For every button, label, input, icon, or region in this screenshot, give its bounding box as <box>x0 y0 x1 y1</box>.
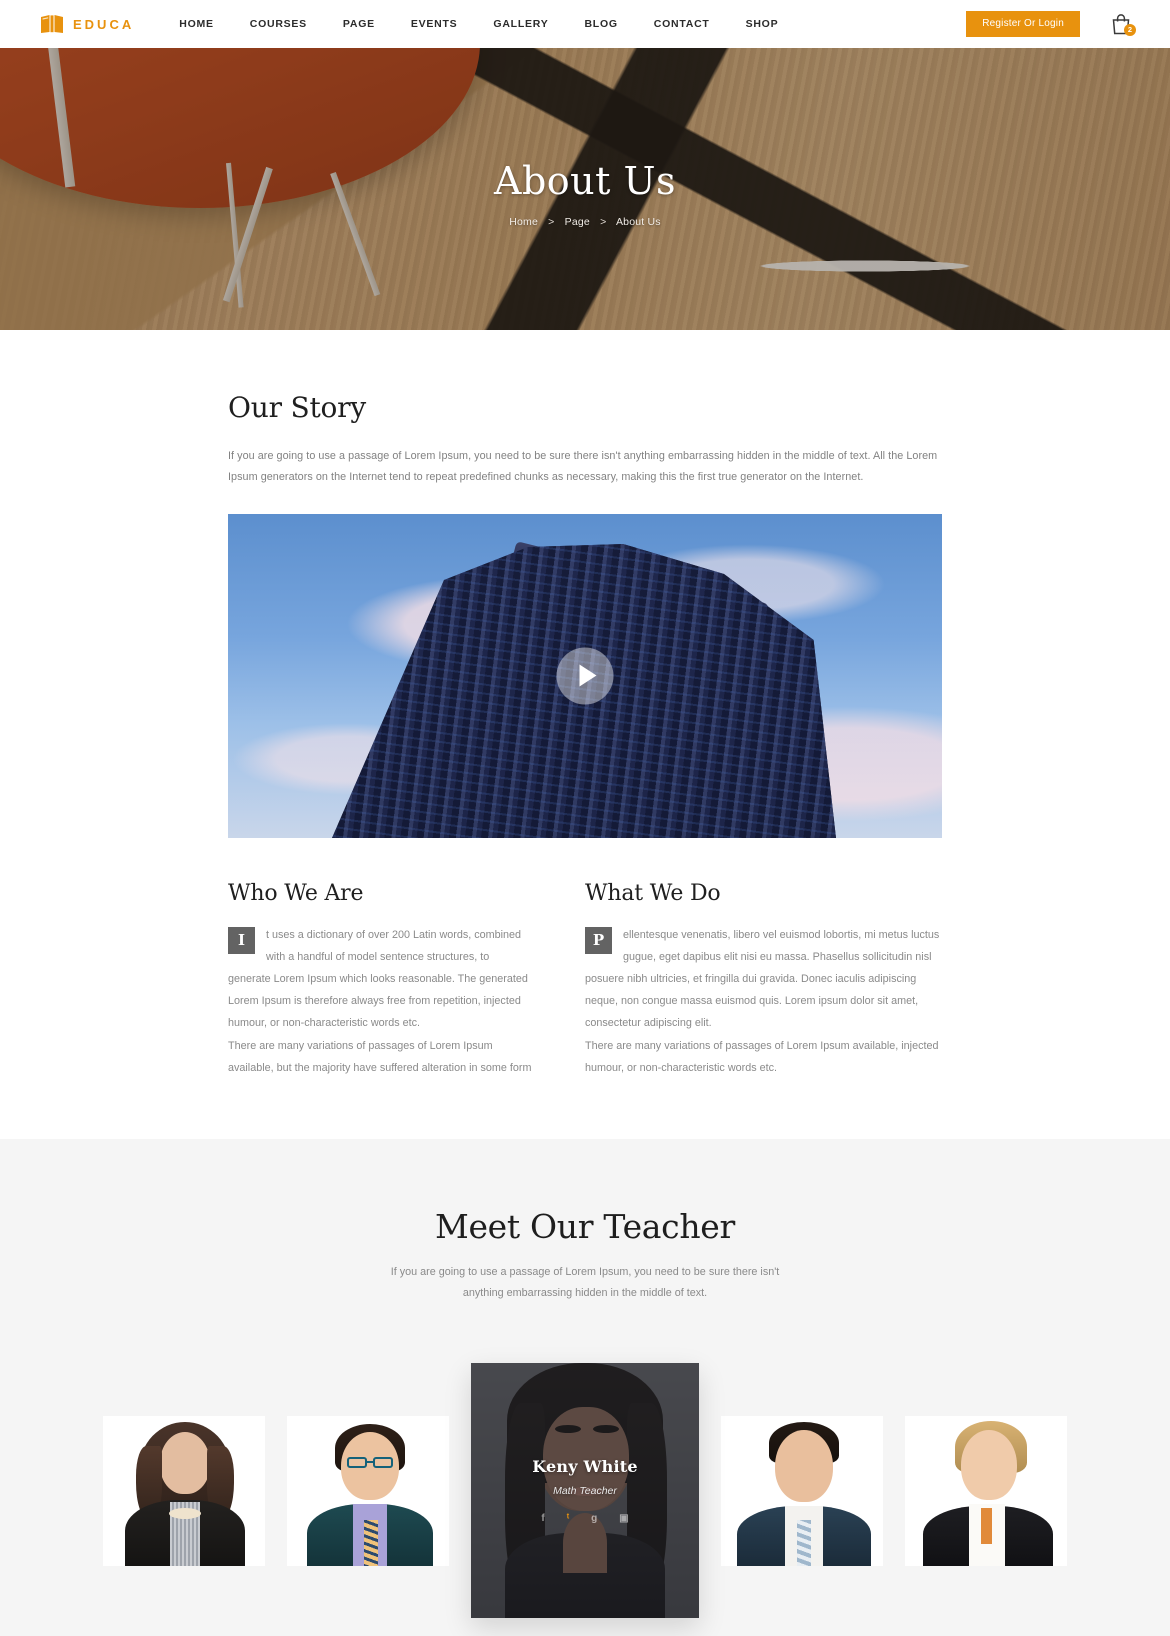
nav-item-contact[interactable]: CONTACT <box>654 12 710 36</box>
nav-item-shop[interactable]: SHOP <box>746 12 779 36</box>
cart-button[interactable]: 2 <box>1110 12 1136 36</box>
what-we-do-body: Pellentesque venenatis, libero vel euism… <box>585 924 942 1079</box>
open-book-icon <box>41 15 63 33</box>
nav-item-courses[interactable]: COURSES <box>250 12 307 36</box>
who-we-are-column: Who We Are It uses a dictionary of over … <box>228 881 585 1079</box>
who-we-are-paragraph-2: There are many variations of passages of… <box>228 1039 532 1074</box>
play-icon <box>579 664 596 687</box>
breadcrumb-separator: > <box>548 216 555 228</box>
google-plus-icon[interactable]: g <box>591 1513 597 1524</box>
instagram-icon[interactable]: ▣ <box>619 1513 628 1524</box>
breadcrumb-home[interactable]: Home <box>509 216 538 228</box>
teacher-photo <box>103 1415 265 1566</box>
about-columns: Who We Are It uses a dictionary of over … <box>228 881 942 1139</box>
meet-our-teacher-section: Meet Our Teacher If you are going to use… <box>0 1138 1170 1636</box>
teachers-subtitle: If you are going to use a passage of Lor… <box>390 1265 780 1300</box>
facebook-icon[interactable]: f <box>541 1513 544 1524</box>
what-we-do-dropcap: P <box>585 926 612 954</box>
teacher-photo <box>721 1415 883 1566</box>
who-we-are-body: It uses a dictionary of over 200 Latin w… <box>228 924 533 1079</box>
teacher-role: Math Teacher <box>553 1485 617 1498</box>
cart-count-badge: 2 <box>1124 24 1136 36</box>
teacher-social-links: f ᵗ g ▣ <box>541 1513 628 1524</box>
video-play-button[interactable] <box>556 647 614 705</box>
breadcrumb-page[interactable]: Page <box>565 216 590 228</box>
nav-item-gallery[interactable]: GALLERY <box>493 12 548 36</box>
our-story-title: Our Story <box>228 391 366 424</box>
teacher-card[interactable] <box>905 1415 1067 1566</box>
page-title: About Us <box>494 159 676 203</box>
teacher-photo <box>905 1415 1067 1566</box>
who-we-are-title: Who We Are <box>228 880 364 906</box>
breadcrumb: Home > Page > About Us <box>509 216 661 228</box>
nav-item-home[interactable]: HOME <box>179 12 214 36</box>
teacher-card[interactable] <box>103 1415 265 1566</box>
teacher-card-active[interactable]: Keny White Math Teacher f ᵗ g ▣ <box>471 1363 699 1619</box>
nav-item-events[interactable]: EVENTS <box>411 12 458 36</box>
register-or-login-button[interactable]: Register Or Login <box>966 11 1080 37</box>
our-story-paragraph: If you are going to use a passage of Lor… <box>228 449 938 484</box>
teacher-photo <box>287 1415 449 1566</box>
brand-name: EDUCA <box>73 16 135 32</box>
what-we-do-column: What We Do Pellentesque venenatis, liber… <box>585 881 942 1079</box>
teacher-name: Keny White <box>532 1457 638 1477</box>
teachers-title: Meet Our Teacher <box>434 1206 736 1246</box>
our-story-section: Our Story If you are going to use a pass… <box>0 330 1170 1139</box>
teacher-card[interactable] <box>721 1415 883 1566</box>
breadcrumb-separator: > <box>600 216 607 228</box>
header-actions: Register Or Login 2 <box>966 11 1136 37</box>
site-header: EDUCA HOME COURSES PAGE EVENTS GALLERY B… <box>0 0 1170 48</box>
story-video[interactable] <box>228 513 942 838</box>
nav-item-blog[interactable]: BLOG <box>584 12 617 36</box>
what-we-do-paragraph-1: ellentesque venenatis, libero vel euismo… <box>585 928 940 1030</box>
who-we-are-paragraph-1: t uses a dictionary of over 200 Latin wo… <box>228 928 528 1030</box>
what-we-do-paragraph-2: There are many variations of passages of… <box>585 1039 939 1074</box>
brand-logo[interactable]: EDUCA <box>40 14 134 34</box>
teacher-card[interactable] <box>287 1415 449 1566</box>
teacher-info-overlay: Keny White Math Teacher f ᵗ g ▣ <box>471 1363 699 1619</box>
what-we-do-title: What We Do <box>585 880 721 906</box>
main-navigation: HOME COURSES PAGE EVENTS GALLERY BLOG CO… <box>179 12 814 36</box>
twitter-icon[interactable]: ᵗ <box>567 1513 569 1524</box>
who-we-are-dropcap: I <box>228 926 255 954</box>
hero-banner: About Us Home > Page > About Us <box>0 48 1170 330</box>
breadcrumb-current: About Us <box>615 216 661 228</box>
nav-item-page[interactable]: PAGE <box>343 12 375 36</box>
